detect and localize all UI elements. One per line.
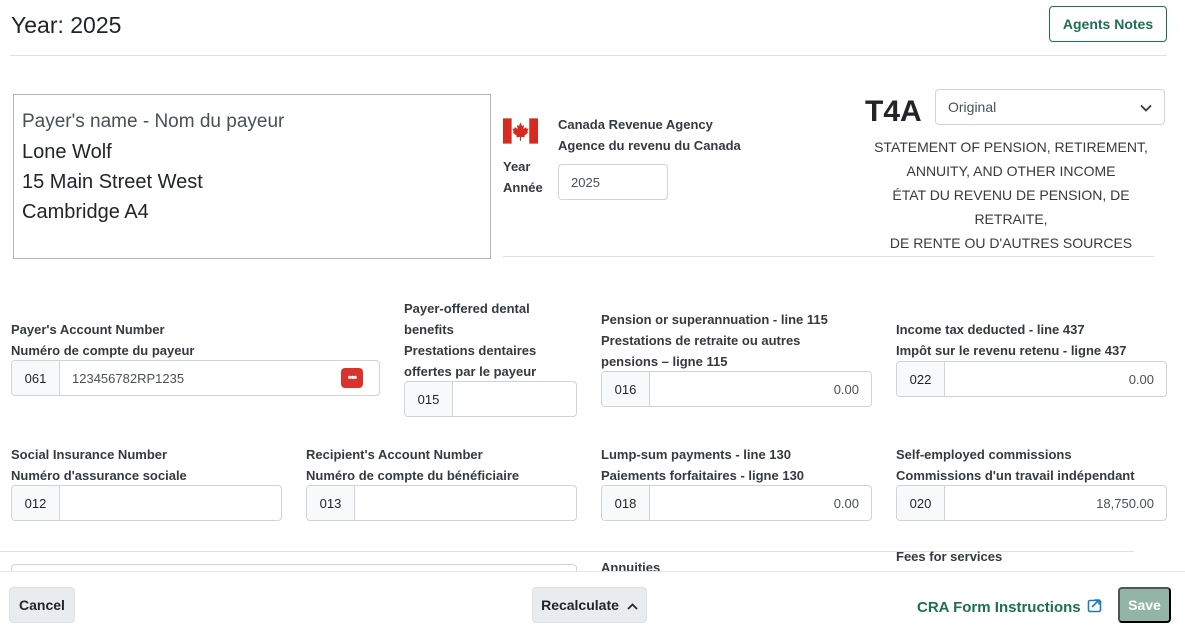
field-label: Pension or superannuation - line 115	[601, 312, 828, 327]
dental-benefits-label: Payer-offered dental benefits Prestation…	[404, 298, 536, 382]
cra-form-instructions-link[interactable]: CRA Form Instructions	[917, 597, 1103, 617]
chevron-down-icon	[1140, 99, 1152, 115]
pension-group: 016 0.00	[601, 371, 872, 407]
payer-account-input[interactable]: 123456782RP1235	[60, 361, 341, 395]
box-code: 018	[602, 486, 650, 520]
pension-input[interactable]: 0.00	[650, 372, 871, 406]
form-type-value: Original	[948, 99, 997, 115]
fees-label: Fees for services	[896, 549, 1003, 564]
form-type-select[interactable]: Original	[935, 89, 1165, 125]
income-tax-input[interactable]: 0.00	[945, 362, 1166, 396]
field-label: pensions – ligne 115	[601, 354, 728, 369]
payer-name: Lone Wolf	[22, 141, 112, 163]
year-label-fr: Année	[503, 180, 543, 195]
lump-sum-input[interactable]: 0.00	[650, 486, 871, 520]
agents-notes-button[interactable]: Agents Notes	[1049, 6, 1167, 42]
field-label: Numéro de compte du payeur	[11, 343, 195, 358]
payer-name-label: Payer's name - Nom du payeur	[22, 111, 285, 132]
lump-sum-label: Lump-sum payments - line 130 Paiements f…	[601, 444, 804, 486]
field-label: Numéro de compte du bénéficiaire	[306, 468, 520, 483]
box-code: 016	[602, 372, 650, 406]
box-code: 022	[897, 362, 945, 396]
payer-name-box[interactable]: Payer's name - Nom du payeur Lone Wolf 1…	[13, 94, 491, 259]
field-label: Numéro d'assurance sociale	[11, 468, 187, 483]
canada-flag-icon	[503, 118, 538, 144]
payer-account-label: Payer's Account Number Numéro de compte …	[11, 319, 194, 361]
self-employed-input[interactable]: 18,750.00	[945, 486, 1166, 520]
recalculate-button[interactable]: Recalculate	[532, 587, 647, 623]
statement-line: ÉTAT DU REVENU DE PENSION, DE RETRAITE,	[892, 187, 1130, 227]
agency-divider	[503, 256, 1154, 257]
pension-label: Pension or superannuation - line 115 Pre…	[601, 309, 828, 372]
field-label: Payer-offered dental	[404, 301, 530, 316]
payer-account-group: 061 123456782RP1235 •••	[11, 360, 380, 396]
statement-line: STATEMENT OF PENSION, RETIREMENT,	[874, 139, 1148, 155]
cancel-button[interactable]: Cancel	[9, 587, 75, 623]
payer-address-line1: 15 Main Street West	[22, 171, 203, 193]
field-label: Lump-sum payments - line 130	[601, 447, 791, 462]
cra-instructions-label: CRA Form Instructions	[917, 598, 1081, 616]
recipient-account-input[interactable]	[355, 486, 576, 520]
agency-name-fr: Agence du revenu du Canada	[558, 138, 741, 153]
form-statement: STATEMENT OF PENSION, RETIREMENT, ANNUIT…	[856, 135, 1166, 255]
payer-address-line2: Cambridge A4	[22, 201, 149, 223]
field-label: Prestations dentaires	[404, 343, 537, 358]
sin-group: 012	[11, 485, 282, 521]
recipient-account-label: Recipient's Account Number Numéro de com…	[306, 444, 519, 486]
lump-sum-group: 018 0.00	[601, 485, 872, 521]
income-tax-label: Income tax deducted - line 437 Impôt sur…	[896, 319, 1126, 361]
password-dots-icon[interactable]: •••	[341, 368, 363, 388]
self-employed-group: 020 18,750.00	[896, 485, 1167, 521]
field-label: Impôt sur le revenu retenu - ligne 437	[896, 343, 1127, 358]
year-label-en: Year	[503, 159, 531, 174]
page-title: Year: 2025	[11, 12, 122, 38]
sin-label: Social Insurance Number Numéro d'assuran…	[11, 444, 187, 486]
box-code: 013	[307, 486, 355, 520]
year-input[interactable]: 2025	[558, 164, 668, 200]
sin-input[interactable]	[60, 486, 281, 520]
field-label: Payer's Account Number	[11, 322, 165, 337]
field-label: Self-employed commissions	[896, 447, 1072, 462]
chevron-up-icon	[627, 597, 638, 613]
header-divider	[10, 55, 1167, 56]
field-label: Prestations de retraite ou autres	[601, 333, 801, 348]
recipient-account-group: 013	[306, 485, 577, 521]
field-label: Paiements forfaitaires - ligne 130	[601, 468, 805, 483]
external-link-icon	[1087, 597, 1103, 617]
save-button[interactable]: Save	[1118, 587, 1171, 623]
field-label: Commissions d'un travail indépendant	[896, 468, 1135, 483]
field-label: offertes par le payeur	[404, 364, 537, 379]
box-code: 061	[12, 361, 60, 395]
dental-benefits-group: 015	[404, 381, 577, 417]
statement-line: DE RENTE OU D'AUTRES SOURCES	[889, 235, 1133, 251]
self-employed-label: Self-employed commissions Commissions d'…	[896, 444, 1135, 486]
box-code: 015	[405, 382, 453, 416]
field-label: Income tax deducted - line 437	[896, 322, 1085, 337]
recalculate-label: Recalculate	[541, 597, 619, 613]
statement-line: ANNUITY, AND OTHER INCOME	[906, 163, 1116, 179]
dental-benefits-input[interactable]	[453, 382, 576, 416]
income-tax-group: 022 0.00	[896, 361, 1167, 397]
agency-name-en: Canada Revenue Agency	[558, 117, 713, 132]
field-label: Social Insurance Number	[11, 447, 168, 462]
field-label: benefits	[404, 322, 454, 337]
box-code: 012	[12, 486, 60, 520]
field-label: Recipient's Account Number	[306, 447, 483, 462]
form-title: T4A	[865, 95, 922, 128]
box-code: 020	[897, 486, 945, 520]
